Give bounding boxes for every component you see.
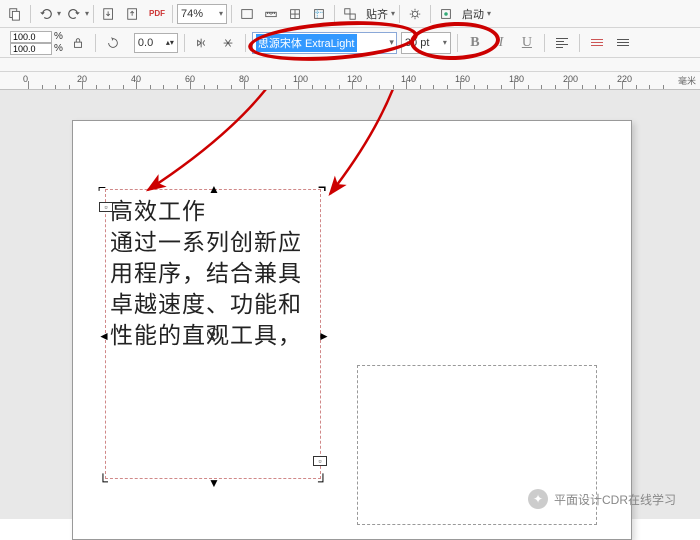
- ruler-number: 200: [563, 74, 578, 84]
- font-family-selector[interactable]: 思源宋体 ExtraLight ▾: [252, 32, 397, 54]
- mirror-horizontal-icon[interactable]: [191, 32, 213, 54]
- font-size-value: 30 pt: [405, 37, 429, 49]
- ruler-number: 100: [293, 74, 308, 84]
- wechat-icon: ✦: [528, 489, 548, 509]
- resize-handle-bottom-right[interactable]: ┘: [318, 476, 328, 486]
- resize-handle-bottom-left[interactable]: └: [98, 476, 108, 486]
- hint-bar: [0, 58, 700, 72]
- font-size-selector[interactable]: 30 pt ▾: [401, 32, 451, 54]
- copy-icon[interactable]: [4, 3, 26, 25]
- ruler-number: 160: [455, 74, 470, 84]
- document-page[interactable]: 高效工作 通过一系列创新应用程序，结合兼具 卓越速度、功能和性能的直观工具， ⌐…: [72, 120, 632, 540]
- launch-dropdown-icon[interactable]: ▾: [487, 9, 491, 18]
- ruler-number: 180: [509, 74, 524, 84]
- snap-to-label[interactable]: 贴齐: [363, 6, 391, 22]
- percent-label: %: [54, 31, 63, 42]
- italic-button[interactable]: I: [490, 32, 512, 54]
- launch-app-icon[interactable]: [435, 3, 457, 25]
- property-toolbar: % % 0.0▴▾ 思源宋体 ExtraLight ▾ 30 pt ▾ B I U: [0, 28, 700, 58]
- bullet-list-icon[interactable]: [586, 32, 608, 54]
- show-guides-icon[interactable]: [308, 3, 330, 25]
- resize-handle-bottom[interactable]: ▼: [208, 476, 218, 486]
- lock-ratio-icon[interactable]: [67, 32, 89, 54]
- scale-y-input[interactable]: [10, 43, 52, 55]
- launch-label[interactable]: 启动: [459, 6, 487, 22]
- zoom-level-input[interactable]: 74%▾: [177, 4, 227, 24]
- watermark: ✦ 平面设计CDR在线学习: [528, 489, 676, 509]
- undo-dropdown-icon[interactable]: ▾: [57, 9, 61, 18]
- horizontal-ruler[interactable]: 毫米 020406080100120140160180200220: [0, 72, 700, 90]
- fullscreen-icon[interactable]: [236, 3, 258, 25]
- canvas-workspace[interactable]: 高效工作 通过一系列创新应用程序，结合兼具 卓越速度、功能和性能的直观工具， ⌐…: [0, 90, 700, 519]
- scale-inputs: % %: [10, 31, 63, 55]
- percent-label: %: [54, 43, 63, 54]
- show-grid-icon[interactable]: [284, 3, 306, 25]
- chevron-down-icon: ▾: [389, 37, 394, 48]
- rotation-input[interactable]: 0.0▴▾: [134, 33, 178, 53]
- ruler-number: 120: [347, 74, 362, 84]
- paragraph-text-frame-selected[interactable]: 高效工作 通过一系列创新应用程序，结合兼具 卓越速度、功能和性能的直观工具， ⌐…: [105, 189, 321, 479]
- text-flow-out-tab[interactable]: ▫: [313, 456, 327, 466]
- chevron-down-icon: ▾: [443, 38, 447, 47]
- text-flow-in-tab[interactable]: ▫: [99, 202, 113, 212]
- redo-dropdown-icon[interactable]: ▾: [85, 9, 89, 18]
- show-rulers-icon[interactable]: [260, 3, 282, 25]
- underline-button[interactable]: U: [516, 32, 538, 54]
- align-left-icon[interactable]: [551, 32, 573, 54]
- ruler-number: 220: [617, 74, 632, 84]
- bold-button[interactable]: B: [464, 32, 486, 54]
- resize-handle-right[interactable]: ►: [318, 329, 328, 339]
- snap-icon[interactable]: [339, 3, 361, 25]
- resize-handle-top-right[interactable]: ¬: [318, 182, 328, 192]
- options-icon[interactable]: [404, 3, 426, 25]
- resize-handle-left[interactable]: ◄: [98, 329, 108, 339]
- scale-x-input[interactable]: [10, 31, 52, 43]
- snap-dropdown-icon[interactable]: ▾: [391, 9, 395, 18]
- mirror-vertical-icon[interactable]: [217, 32, 239, 54]
- resize-handle-top-left[interactable]: ⌐: [98, 182, 108, 192]
- redo-icon[interactable]: [63, 3, 85, 25]
- rotation-angle-icon: [102, 32, 124, 54]
- ruler-unit-label: 毫米: [678, 74, 696, 87]
- pdf-export-icon[interactable]: PDF: [146, 3, 168, 25]
- export-icon[interactable]: [122, 3, 144, 25]
- watermark-text: 平面设计CDR在线学习: [554, 491, 676, 508]
- import-icon[interactable]: [98, 3, 120, 25]
- main-toolbar: ▾ ▾ PDF 74%▾ 贴齐 ▾ 启动 ▾: [0, 0, 700, 28]
- font-name-value: 思源宋体 ExtraLight: [256, 34, 357, 52]
- ruler-number: 140: [401, 74, 416, 84]
- undo-icon[interactable]: [35, 3, 57, 25]
- resize-handle-top[interactable]: ▲: [208, 182, 218, 192]
- center-origin-icon[interactable]: [207, 328, 219, 340]
- numbered-list-icon[interactable]: [612, 32, 634, 54]
